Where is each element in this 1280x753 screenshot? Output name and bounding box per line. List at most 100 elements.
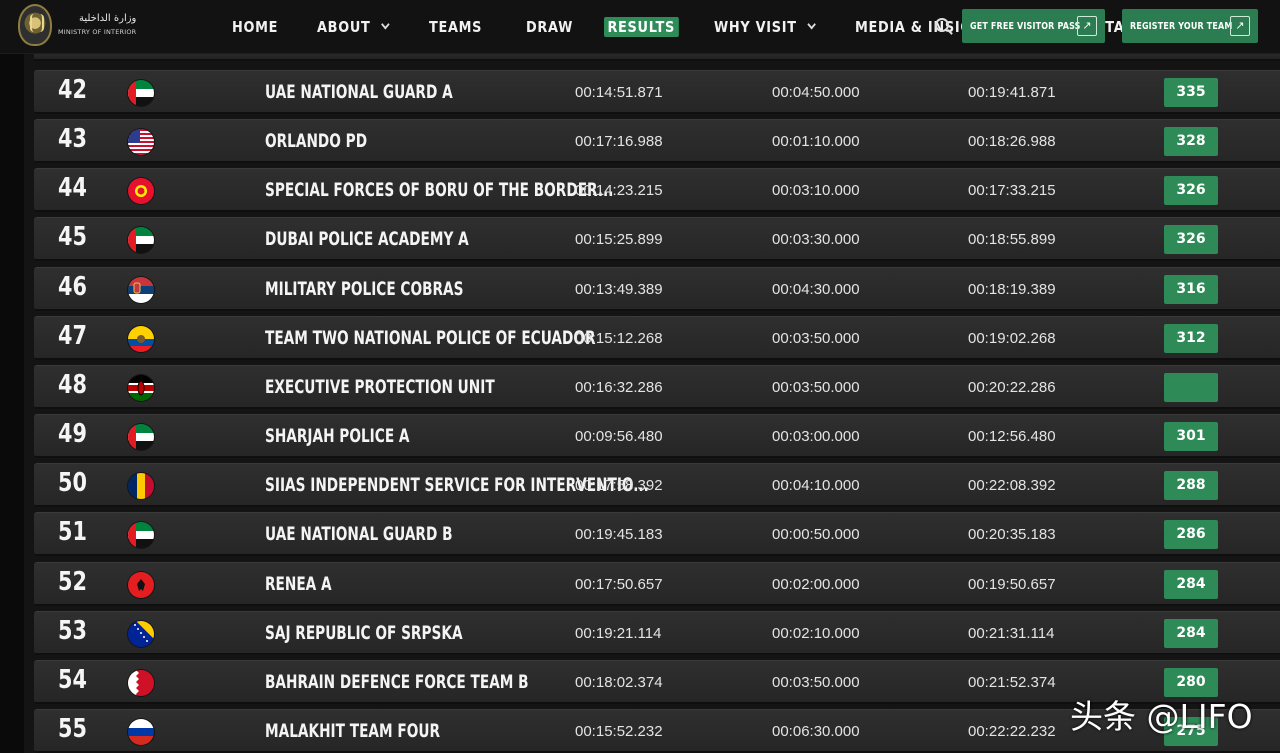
rank-number: 50 [58, 468, 87, 499]
time-total: 00:17:33.215 [968, 182, 1056, 200]
register-team-button[interactable]: REGISTER YOUR TEAM ↗ [1122, 9, 1258, 43]
search-icon[interactable] [935, 18, 949, 32]
country-flag-icon [128, 227, 154, 254]
watermark: 头条 @LIFO [1070, 697, 1253, 736]
nav-results[interactable]: RESULTS [604, 17, 679, 37]
country-flag-icon [128, 129, 154, 156]
logo-english: MINISTRY OF INTERIOR [58, 28, 137, 37]
table-row[interactable]: 42 UAE NATIONAL GUARD A 00:14:51.871 00:04:… [34, 70, 1280, 114]
team-name: SAJ REPUBLIC OF SRPSKA [265, 621, 463, 644]
time-total: 00:19:41.871 [968, 84, 1056, 101]
team-name: RENEA A [265, 572, 332, 595]
register-team-label: REGISTER YOUR TEAM [1130, 20, 1233, 32]
rank-number: 53 [58, 615, 87, 646]
nav-home[interactable]: HOME [232, 18, 278, 36]
table-row[interactable]: 45 DUBAI POLICE ACADEMY A 00:15:25.899 00:0… [34, 217, 1280, 262]
rank-number: 49 [58, 419, 87, 450]
table-row[interactable]: 53 SAJ REPUBLIC OF SRPSKA 00:19:21.114 00:0… [34, 610, 1280, 655]
points-badge: 328 [1164, 127, 1218, 157]
points-badge: 284 [1164, 618, 1218, 648]
nav-why-visit[interactable]: WHY VISIT [713, 18, 816, 36]
time-total: 00:20:35.183 [968, 526, 1056, 544]
time-2: 00:02:00.000 [772, 575, 860, 593]
country-flag-icon [128, 424, 154, 451]
time-2: 00:01:10.000 [772, 133, 860, 151]
points-badge: 326 [1164, 176, 1218, 206]
time-1: 00:14:23.215 [575, 182, 663, 200]
nav-teams-label: TEAMS [428, 18, 483, 36]
country-flag-icon [128, 325, 154, 352]
table-row[interactable]: 43 ORLANDO PD 00:17:16.988 00:01:10.000 00:1… [34, 119, 1280, 164]
country-flag-icon [128, 374, 154, 401]
time-total: 00:22:22.232 [968, 722, 1056, 740]
time-total: 00:18:26.988 [968, 133, 1056, 151]
points-badge [1164, 372, 1218, 402]
team-name: DUBAI POLICE ACADEMY A [265, 228, 469, 251]
time-total: 00:18:19.389 [968, 280, 1056, 298]
nav-about[interactable]: ABOUT [317, 18, 390, 36]
time-2: 00:02:10.000 [772, 624, 860, 642]
rank-number: 44 [58, 173, 87, 204]
points-badge: 286 [1164, 520, 1218, 550]
table-row[interactable]: 44 SPECIAL FORCES OF BORU OF THE BORDER..… [34, 168, 1280, 213]
country-flag-icon [128, 718, 154, 745]
team-name: MILITARY POLICE COBRAS [265, 277, 464, 300]
logo-arabic: وزارة الداخلية [78, 13, 137, 25]
visitor-pass-button[interactable]: GET FREE VISITOR PASS ↗ [962, 9, 1105, 43]
points-badge: 316 [1164, 274, 1218, 304]
time-2: 00:04:30.000 [772, 280, 860, 298]
top-navbar: وزارة الداخلية MINISTRY OF INTERIOR HOME… [0, 0, 1280, 54]
time-1: 00:13:49.389 [575, 280, 663, 298]
nav-draw-label: DRAW [525, 18, 573, 36]
time-total: 00:20:22.286 [968, 378, 1056, 396]
country-flag-icon [128, 571, 154, 598]
nav-teams[interactable]: TEAMS [429, 18, 482, 36]
rank-number: 47 [58, 320, 87, 351]
table-row[interactable]: 46 MILITARY POLICE COBRAS 00:13:49.389 00:0… [34, 266, 1280, 311]
ministry-logo[interactable]: وزارة الداخلية MINISTRY OF INTERIOR [18, 4, 136, 46]
time-1: 00:14:51.871 [575, 84, 663, 101]
table-row[interactable]: 48 EXECUTIVE PROTECTION UNIT 00:16:32.286 0… [34, 364, 1280, 409]
rank-number: 45 [58, 222, 87, 253]
time-1: 00:15:12.268 [575, 329, 663, 347]
nav-draw[interactable]: DRAW [526, 18, 573, 36]
time-1: 00:18:02.374 [575, 673, 663, 691]
nav-home-label: HOME [232, 18, 279, 36]
time-total: 00:12:56.480 [968, 428, 1056, 446]
rank-number: 52 [58, 566, 87, 597]
country-flag-icon [128, 669, 154, 696]
time-1: 00:09:56.480 [575, 428, 663, 446]
time-total: 00:19:50.657 [968, 575, 1056, 593]
points-badge: 284 [1164, 569, 1218, 599]
points-badge: 326 [1164, 225, 1218, 255]
table-row[interactable]: 47 TEAM TWO NATIONAL POLICE OF ECUADOR 00:… [34, 315, 1280, 360]
emblem-icon [18, 4, 52, 46]
table-row[interactable]: 50 SIIAS INDEPENDENT SERVICE FOR INTERVEN… [34, 463, 1280, 508]
points-badge: 288 [1164, 471, 1218, 501]
arrow-up-right-icon: ↗ [1077, 16, 1097, 36]
points-badge: 312 [1164, 323, 1218, 353]
time-2: 00:06:30.000 [772, 722, 860, 740]
table-row[interactable]: 52 RENEA A 00:17:50.657 00:02:00.000 00:19:5… [34, 561, 1280, 606]
time-total: 00:18:55.899 [968, 231, 1056, 249]
logo-text: وزارة الداخلية MINISTRY OF INTERIOR [58, 13, 136, 36]
team-name: BAHRAIN DEFENCE FORCE TEAM B [265, 670, 529, 693]
table-row[interactable]: 51 UAE NATIONAL GUARD B 00:19:45.183 00:00:… [34, 512, 1280, 557]
nav-results-label: RESULTS [607, 18, 676, 36]
rank-number: 51 [58, 517, 87, 548]
left-gutter [0, 54, 24, 753]
rank-number: 46 [58, 271, 87, 302]
table-row[interactable]: 49 SHARJAH POLICE A 00:09:56.480 00:03:00.0… [34, 414, 1280, 459]
time-1: 00:16:32.286 [575, 378, 663, 396]
time-1: 00:19:45.183 [575, 526, 663, 544]
chevron-down-icon [380, 19, 390, 30]
rank-number: 48 [58, 369, 87, 400]
country-flag-icon [128, 522, 154, 549]
team-name: EXECUTIVE PROTECTION UNIT [265, 375, 495, 398]
team-name: SPECIAL FORCES OF BORU OF THE BORDER... [265, 179, 614, 202]
time-2: 00:04:50.000 [772, 84, 860, 101]
rank-number: 42 [58, 75, 87, 105]
team-name: SHARJAH POLICE A [265, 425, 410, 448]
nav-why-visit-label: WHY VISIT [713, 18, 797, 36]
chevron-down-icon [807, 19, 816, 30]
